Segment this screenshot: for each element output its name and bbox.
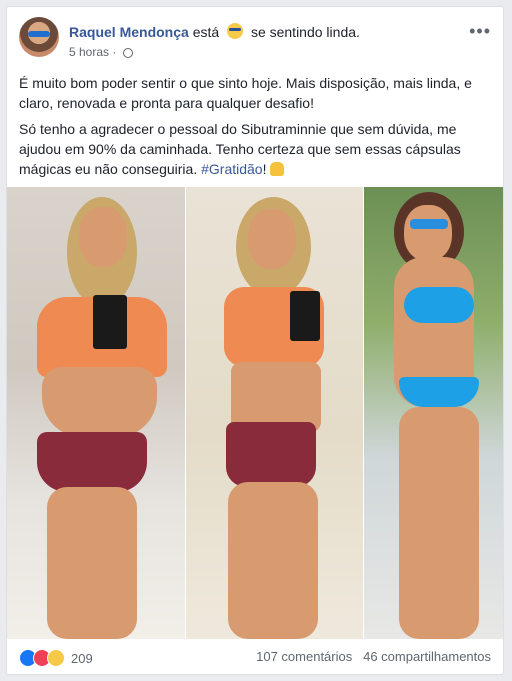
- paragraph-2: Só tenho a agradecer o pessoal do Sibutr…: [19, 119, 495, 179]
- author-line: Raquel Mendonça está se sentindo linda.: [69, 23, 360, 40]
- photo-panel-before: [7, 187, 185, 639]
- timestamp[interactable]: 5 horas: [69, 45, 109, 59]
- engagement-counts: 107 comentários 46 compartilhamentos: [256, 649, 491, 664]
- post-card: Raquel Mendonça está se sentindo linda. …: [6, 6, 504, 675]
- post-photo[interactable]: [7, 187, 503, 639]
- feeling-prefix: está: [192, 24, 220, 40]
- comments-count[interactable]: 107 comentários: [256, 649, 352, 664]
- page-tag[interactable]: Sibutraminnie: [240, 121, 327, 137]
- cool-face-icon: [227, 23, 244, 39]
- reaction-summary[interactable]: 209: [19, 649, 93, 667]
- reaction-count[interactable]: 209: [71, 651, 93, 666]
- author-name[interactable]: Raquel Mendonça: [69, 24, 189, 40]
- raising-hands-icon: [270, 162, 285, 176]
- p2-end: !: [262, 161, 267, 177]
- feeling-text: se sentindo linda.: [250, 24, 360, 40]
- post-footer: 209 107 comentários 46 compartilhamentos: [19, 645, 491, 671]
- wow-icon: [47, 649, 65, 667]
- shares-count[interactable]: 46 compartilhamentos: [363, 649, 491, 664]
- photo-panel-after: [364, 187, 503, 639]
- avatar[interactable]: [19, 17, 59, 57]
- globe-icon[interactable]: [122, 48, 133, 58]
- photo-panel-middle: [186, 187, 363, 639]
- post-meta: 5 horas ·: [69, 45, 133, 59]
- post-header: Raquel Mendonça está se sentindo linda. …: [19, 17, 491, 61]
- more-options-icon[interactable]: •••: [469, 21, 491, 42]
- hashtag-link[interactable]: #Gratidão: [201, 161, 262, 177]
- p2-part1: Só tenho a agradecer o pessoal do: [19, 121, 241, 137]
- paragraph-1: É muito bom poder sentir o que sinto hoj…: [19, 75, 472, 111]
- post-text: É muito bom poder sentir o que sinto hoj…: [19, 73, 495, 185]
